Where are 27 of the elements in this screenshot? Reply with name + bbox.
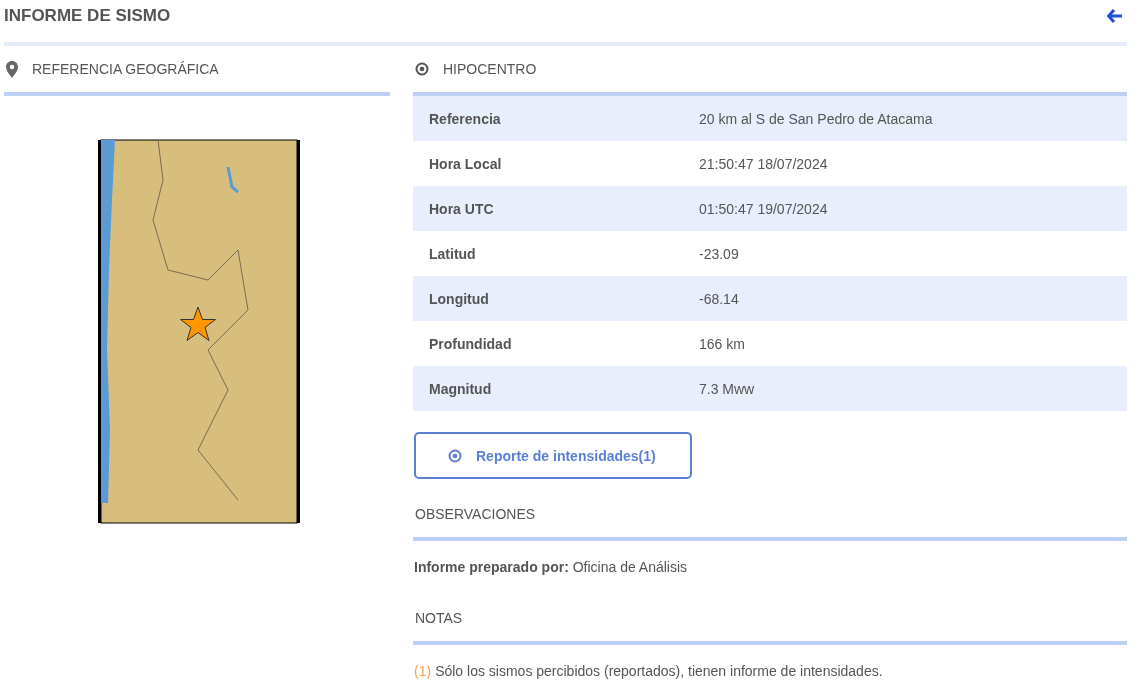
section-heading: REFERENCIA GEOGRÁFICA	[32, 61, 219, 77]
field-label: Longitud	[428, 290, 490, 307]
field-label: Profundidad	[428, 335, 513, 352]
field-value: 166 km	[699, 335, 745, 352]
field-value: 01:50:47 19/07/2024	[699, 200, 828, 217]
section-heading: HIPOCENTRO	[443, 61, 537, 77]
back-arrow-icon[interactable]	[1107, 9, 1123, 23]
page-title: INFORME DE SISMO	[4, 6, 171, 26]
section-heading: NOTAS	[415, 610, 463, 626]
footnote-text: Sólo los sismos percibidos (reportados), tienen informe de intensidades.	[435, 663, 883, 679]
field-value: 20 km al S de San Pedro de Atacama	[699, 110, 933, 127]
target-icon	[448, 448, 462, 463]
target-icon	[415, 62, 429, 76]
field-label: Referencia	[428, 110, 502, 127]
section-heading: OBSERVACIONES	[415, 506, 536, 522]
field-value: -68.14	[699, 290, 739, 307]
field-label: Hora UTC	[428, 200, 495, 217]
field-value: -23.09	[699, 245, 739, 262]
field-label: Latitud	[428, 245, 477, 262]
field-label: Hora Local	[428, 155, 503, 172]
prepared-by-text: Informe preparado por: Oficina de Análisis	[413, 558, 689, 577]
intensity-report-button[interactable]: Reporte de intensidades(1)	[414, 432, 692, 479]
field-label: Magnitud	[428, 380, 493, 397]
field-value: 7.3 Mww	[699, 380, 755, 397]
map-pin-icon	[6, 60, 18, 78]
field-value: 21:50:47 18/07/2024	[699, 155, 828, 172]
footnote-marker: (1)	[414, 663, 432, 679]
